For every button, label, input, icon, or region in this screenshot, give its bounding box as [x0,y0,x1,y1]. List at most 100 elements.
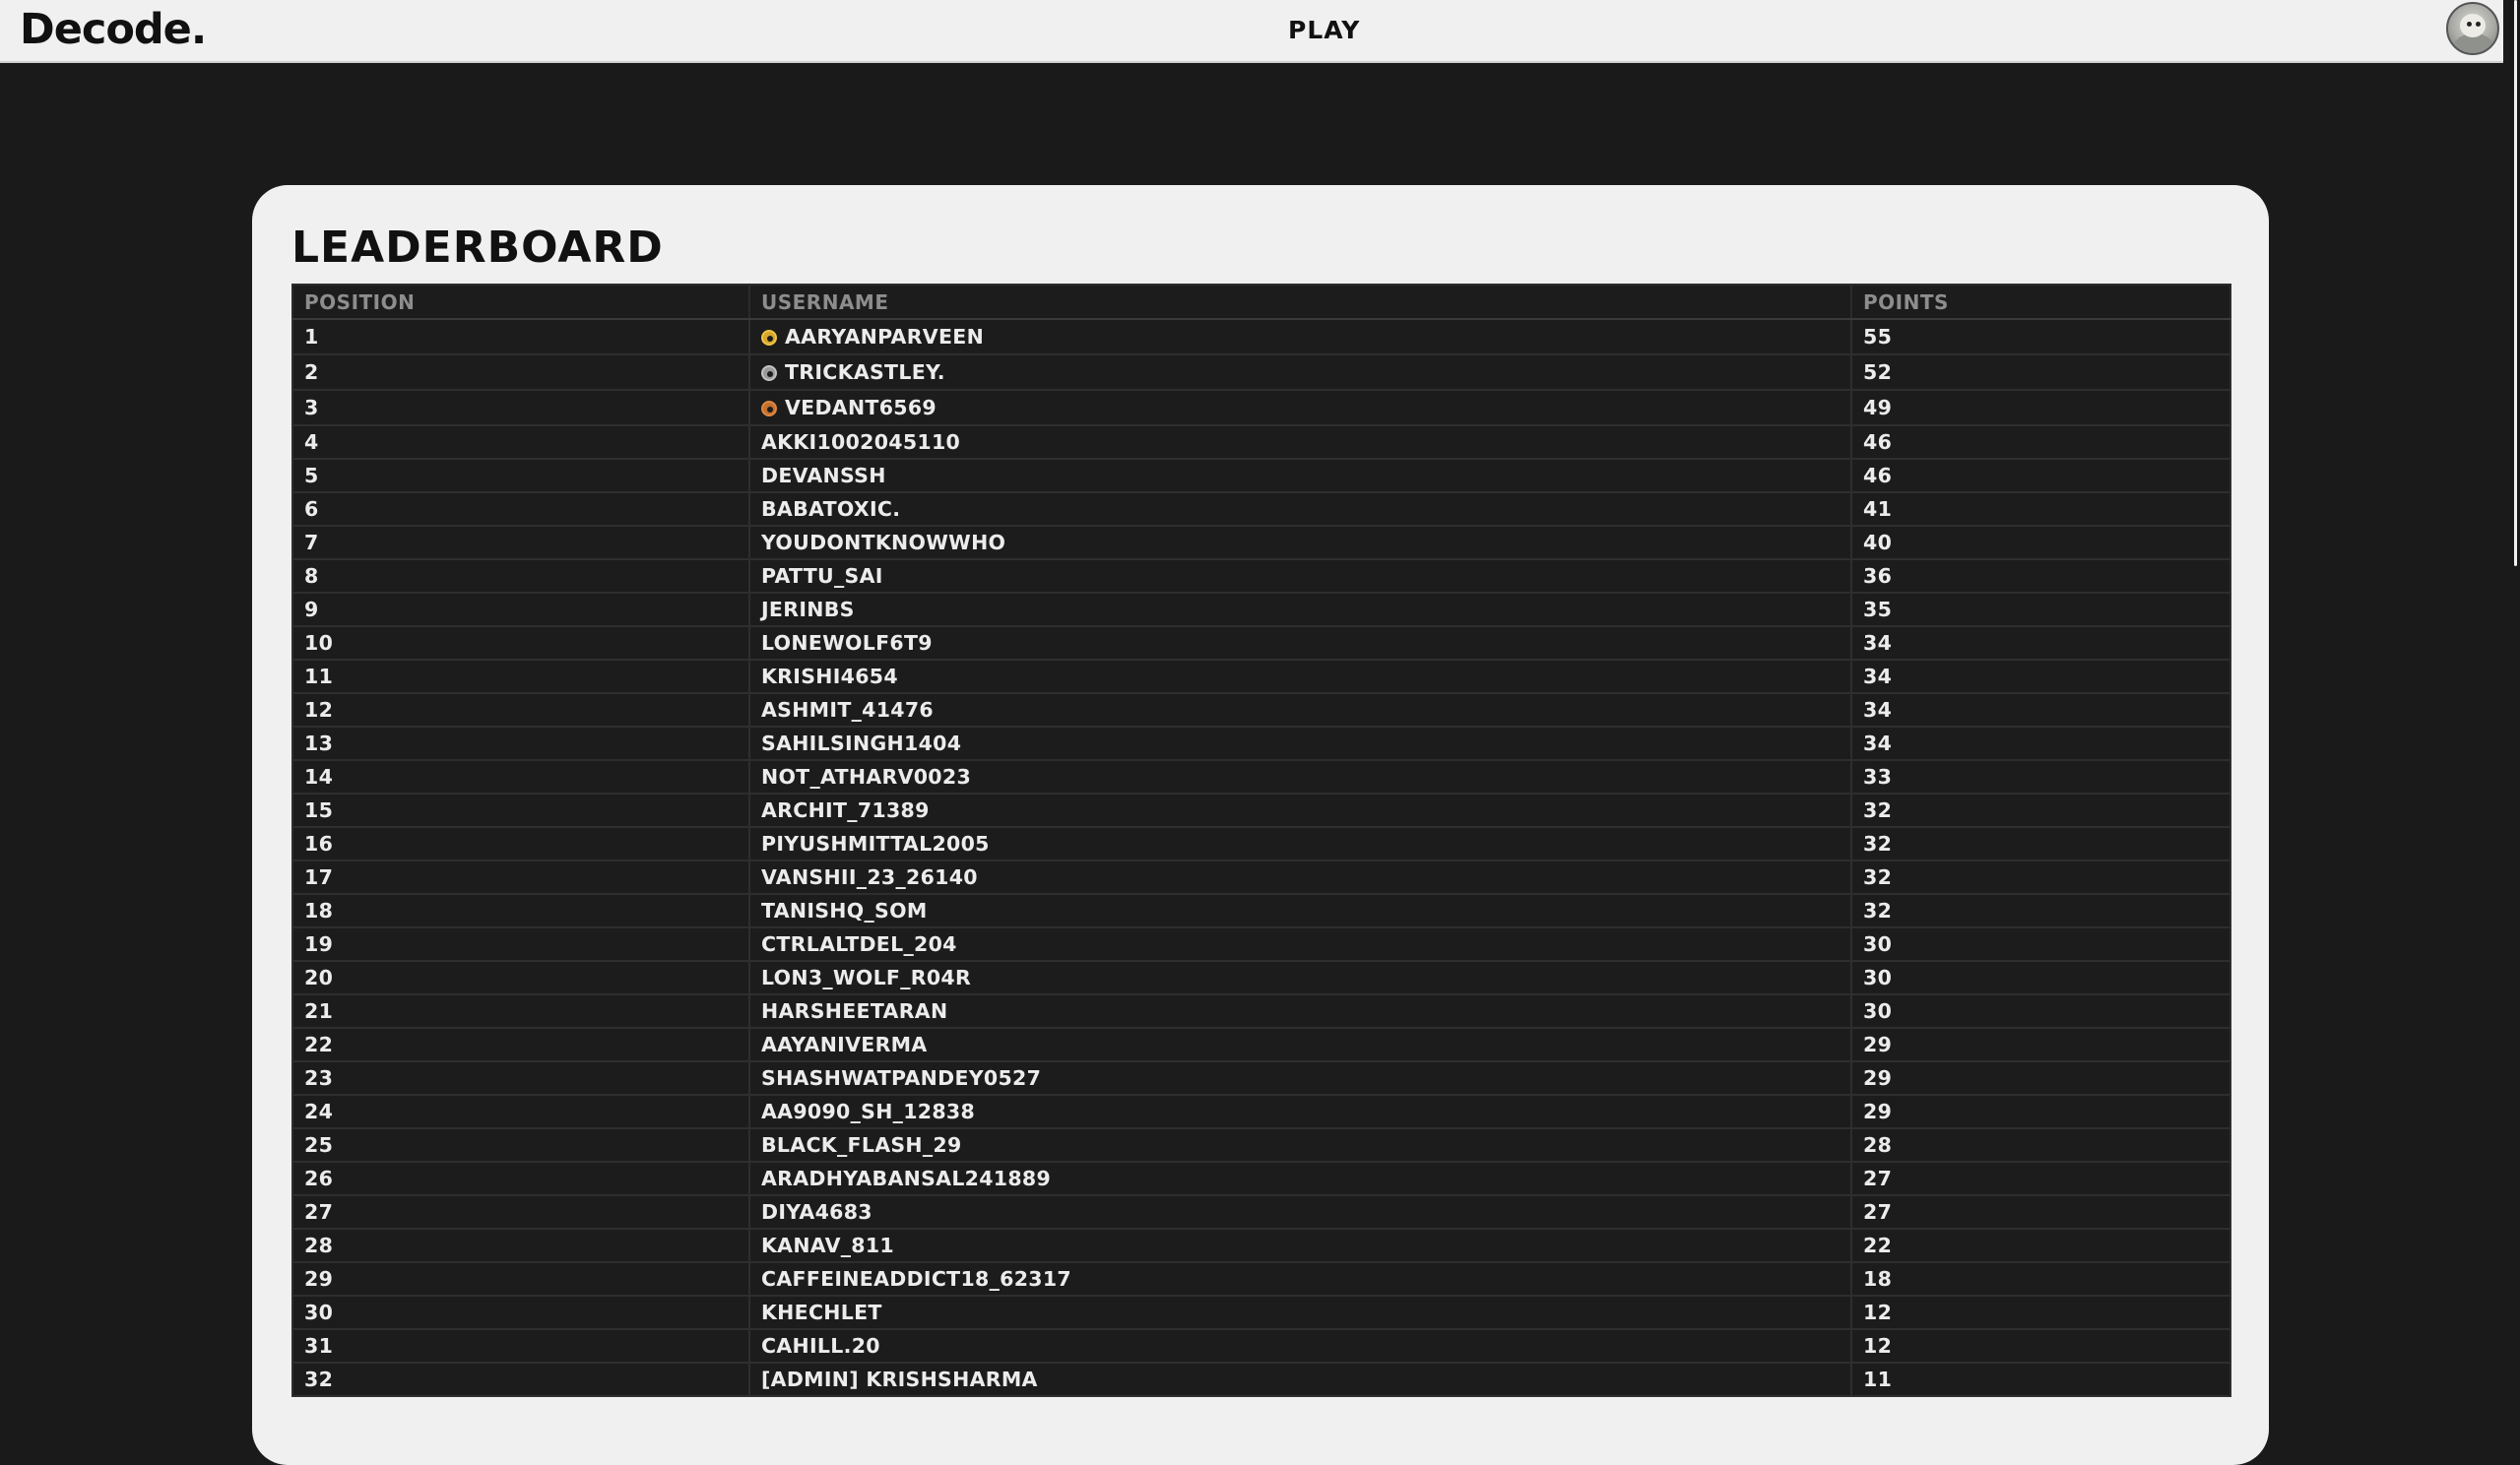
points-cell: 52 [1850,353,2231,391]
username-text: NOT_ATHARV0023 [761,765,972,789]
position-cell: 15 [291,793,750,828]
username-cell: KRISHI4654 [748,659,1852,694]
table-row: 7 YOUDONTKNOWWHO 40 [291,525,2231,560]
site-logo[interactable]: Decode. [20,4,207,55]
position-cell: 25 [291,1127,750,1163]
username-text: YOUDONTKNOWWHO [761,531,1006,554]
page-title: LEADERBOARD [291,223,664,273]
username-cell: AAYANIVERMA [748,1027,1852,1062]
bronze-medal-icon [761,401,777,416]
username-cell: NOT_ATHARV0023 [748,759,1852,795]
points-cell: 34 [1850,726,2231,761]
username-text: CAHILL.20 [761,1334,880,1358]
username-cell: TANISHQ_SOM [748,893,1852,928]
points-cell: 30 [1850,960,2231,995]
username-cell: SHASHWATPANDEY0527 [748,1060,1852,1096]
table-row: 24 AA9090_SH_12838 29 [291,1094,2231,1129]
username-cell: VEDANT6569 [748,389,1852,426]
username-cell: KANAV_811 [748,1228,1852,1263]
username-text: AKKI1002045110 [761,430,961,454]
username-cell: CTRLALTDEL_204 [748,926,1852,962]
position-cell: 17 [291,860,750,895]
table-row: 28 KANAV_811 22 [291,1228,2231,1263]
table-row: 19 CTRLALTDEL_204 30 [291,926,2231,962]
table-row: 21 HARSHEETARAN 30 [291,993,2231,1029]
points-cell: 32 [1850,826,2231,861]
avatar-eye [2476,22,2481,27]
position-cell: 2 [291,353,750,391]
table-row: 18 TANISHQ_SOM 32 [291,893,2231,928]
username-text: DEVANSSH [761,464,886,487]
table-row: 3 VEDANT6569 49 [291,389,2231,426]
position-cell: 6 [291,491,750,527]
position-cell: 12 [291,692,750,728]
table-row: 32 [ADMIN] KRISHSHARMA 11 [291,1362,2231,1397]
leaderboard-table: POSITION USERNAME POINTS 1 AARYANPARVEEN 5… [291,284,2231,1397]
points-cell: 34 [1850,625,2231,661]
username-text: DIYA4683 [761,1200,872,1224]
position-cell: 7 [291,525,750,560]
username-text: HARSHEETARAN [761,999,948,1023]
user-avatar[interactable] [2446,2,2499,55]
table-row: 9 JERINBS 35 [291,592,2231,627]
username-text: AAYANIVERMA [761,1033,928,1056]
position-cell: 4 [291,424,750,460]
position-cell: 31 [291,1328,750,1364]
username-cell: PATTU_SAI [748,558,1852,594]
table-row: 16 PIYUSHMITTAL2005 32 [291,826,2231,861]
username-text: BLACK_FLASH_29 [761,1133,962,1157]
points-cell: 33 [1850,759,2231,795]
points-cell: 30 [1850,993,2231,1029]
points-cell: 29 [1850,1060,2231,1096]
username-text: LON3_WOLF_R04R [761,966,972,989]
username-cell: LON3_WOLF_R04R [748,960,1852,995]
username-text: LONEWOLF6T9 [761,631,933,655]
points-cell: 35 [1850,592,2231,627]
username-text: AA9090_SH_12838 [761,1100,976,1123]
table-row: 2 TRICKASTLEY. 52 [291,353,2231,391]
username-text: JERINBS [761,598,855,621]
points-cell: 22 [1850,1228,2231,1263]
position-cell: 3 [291,389,750,426]
nav-play-link[interactable]: PLAY [1288,14,1360,47]
points-cell: 46 [1850,424,2231,460]
position-cell: 21 [291,993,750,1029]
scrollbar-thumb[interactable] [2514,0,2517,566]
position-cell: 11 [291,659,750,694]
points-cell: 12 [1850,1295,2231,1330]
username-text: KHECHLET [761,1301,882,1324]
username-cell: AARYANPARVEEN [748,318,1852,355]
points-cell: 27 [1850,1161,2231,1196]
position-cell: 28 [291,1228,750,1263]
table-row: 8 PATTU_SAI 36 [291,558,2231,594]
table-row: 25 BLACK_FLASH_29 28 [291,1127,2231,1163]
username-cell: LONEWOLF6T9 [748,625,1852,661]
page-scrollbar[interactable] [2503,0,2520,1417]
table-row: 31 CAHILL.20 12 [291,1328,2231,1364]
table-row: 11 KRISHI4654 34 [291,659,2231,694]
username-text: KRISHI4654 [761,665,898,688]
username-text: VEDANT6569 [785,396,937,419]
avatar-face [2460,14,2486,37]
username-cell: HARSHEETARAN [748,993,1852,1029]
position-cell: 5 [291,458,750,493]
points-cell: 11 [1850,1362,2231,1397]
table-row: 29 CAFFEINEADDICT18_62317 18 [291,1261,2231,1297]
points-cell: 36 [1850,558,2231,594]
username-cell: YOUDONTKNOWWHO [748,525,1852,560]
position-cell: 20 [291,960,750,995]
position-cell: 24 [291,1094,750,1129]
position-cell: 26 [291,1161,750,1196]
silver-medal-icon [761,365,777,381]
table-row: 4 AKKI1002045110 46 [291,424,2231,460]
username-cell: ARADHYABANSAL241889 [748,1161,1852,1196]
position-cell: 16 [291,826,750,861]
username-cell: BLACK_FLASH_29 [748,1127,1852,1163]
points-cell: 32 [1850,793,2231,828]
username-text: ARADHYABANSAL241889 [761,1167,1052,1190]
username-cell: CAHILL.20 [748,1328,1852,1364]
position-cell: 27 [291,1194,750,1230]
username-text: TRICKASTLEY. [785,360,945,384]
position-cell: 23 [291,1060,750,1096]
points-cell: 32 [1850,893,2231,928]
